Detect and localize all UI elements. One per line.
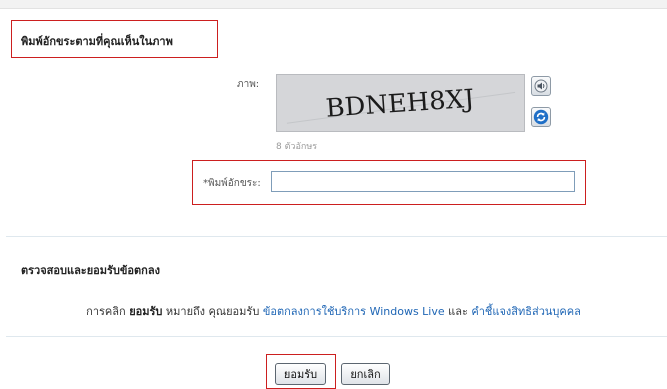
- section-divider: [6, 236, 667, 237]
- captcha-text: BDNEH8XJ: [325, 83, 476, 123]
- terms-prefix: การคลิก: [86, 305, 126, 318]
- terms-middle: หมายถึง คุณยอมรับ: [165, 305, 260, 318]
- captcha-input-label: *พิมพ์อักขระ:: [203, 178, 261, 189]
- captcha-distorted-text: BDNEH8XJ: [286, 83, 516, 124]
- accept-button[interactable]: ยอมรับ: [275, 363, 326, 385]
- actions-divider: [6, 336, 667, 337]
- captcha-image: BDNEH8XJ: [276, 74, 525, 132]
- image-label: ภาพ:: [237, 79, 260, 90]
- character-count: 8 ตัวอักษร: [276, 142, 318, 152]
- terms-statement: การคลิก ยอมรับ หมายถึง คุณยอมรับ ข้อตกลง…: [0, 302, 667, 320]
- captcha-input[interactable]: [271, 171, 575, 192]
- terms-accept-word: ยอมรับ: [129, 305, 163, 318]
- captcha-section-heading: พิมพ์อักขระตามที่คุณเห็นในภาพ: [21, 35, 173, 48]
- refresh-icon[interactable]: [531, 107, 551, 127]
- terms-and: และ: [448, 305, 468, 318]
- privacy-statement-link[interactable]: คำชี้แจงสิทธิส่วนบุคคล: [471, 305, 580, 318]
- speaker-icon[interactable]: [531, 76, 551, 96]
- terms-section-heading: ตรวจสอบและยอมรับข้อตกลง: [21, 264, 160, 277]
- cancel-button[interactable]: ยกเลิก: [341, 363, 390, 385]
- terms-of-use-link[interactable]: ข้อตกลงการใช้บริการ Windows Live: [263, 305, 445, 318]
- top-strip: [0, 0, 667, 9]
